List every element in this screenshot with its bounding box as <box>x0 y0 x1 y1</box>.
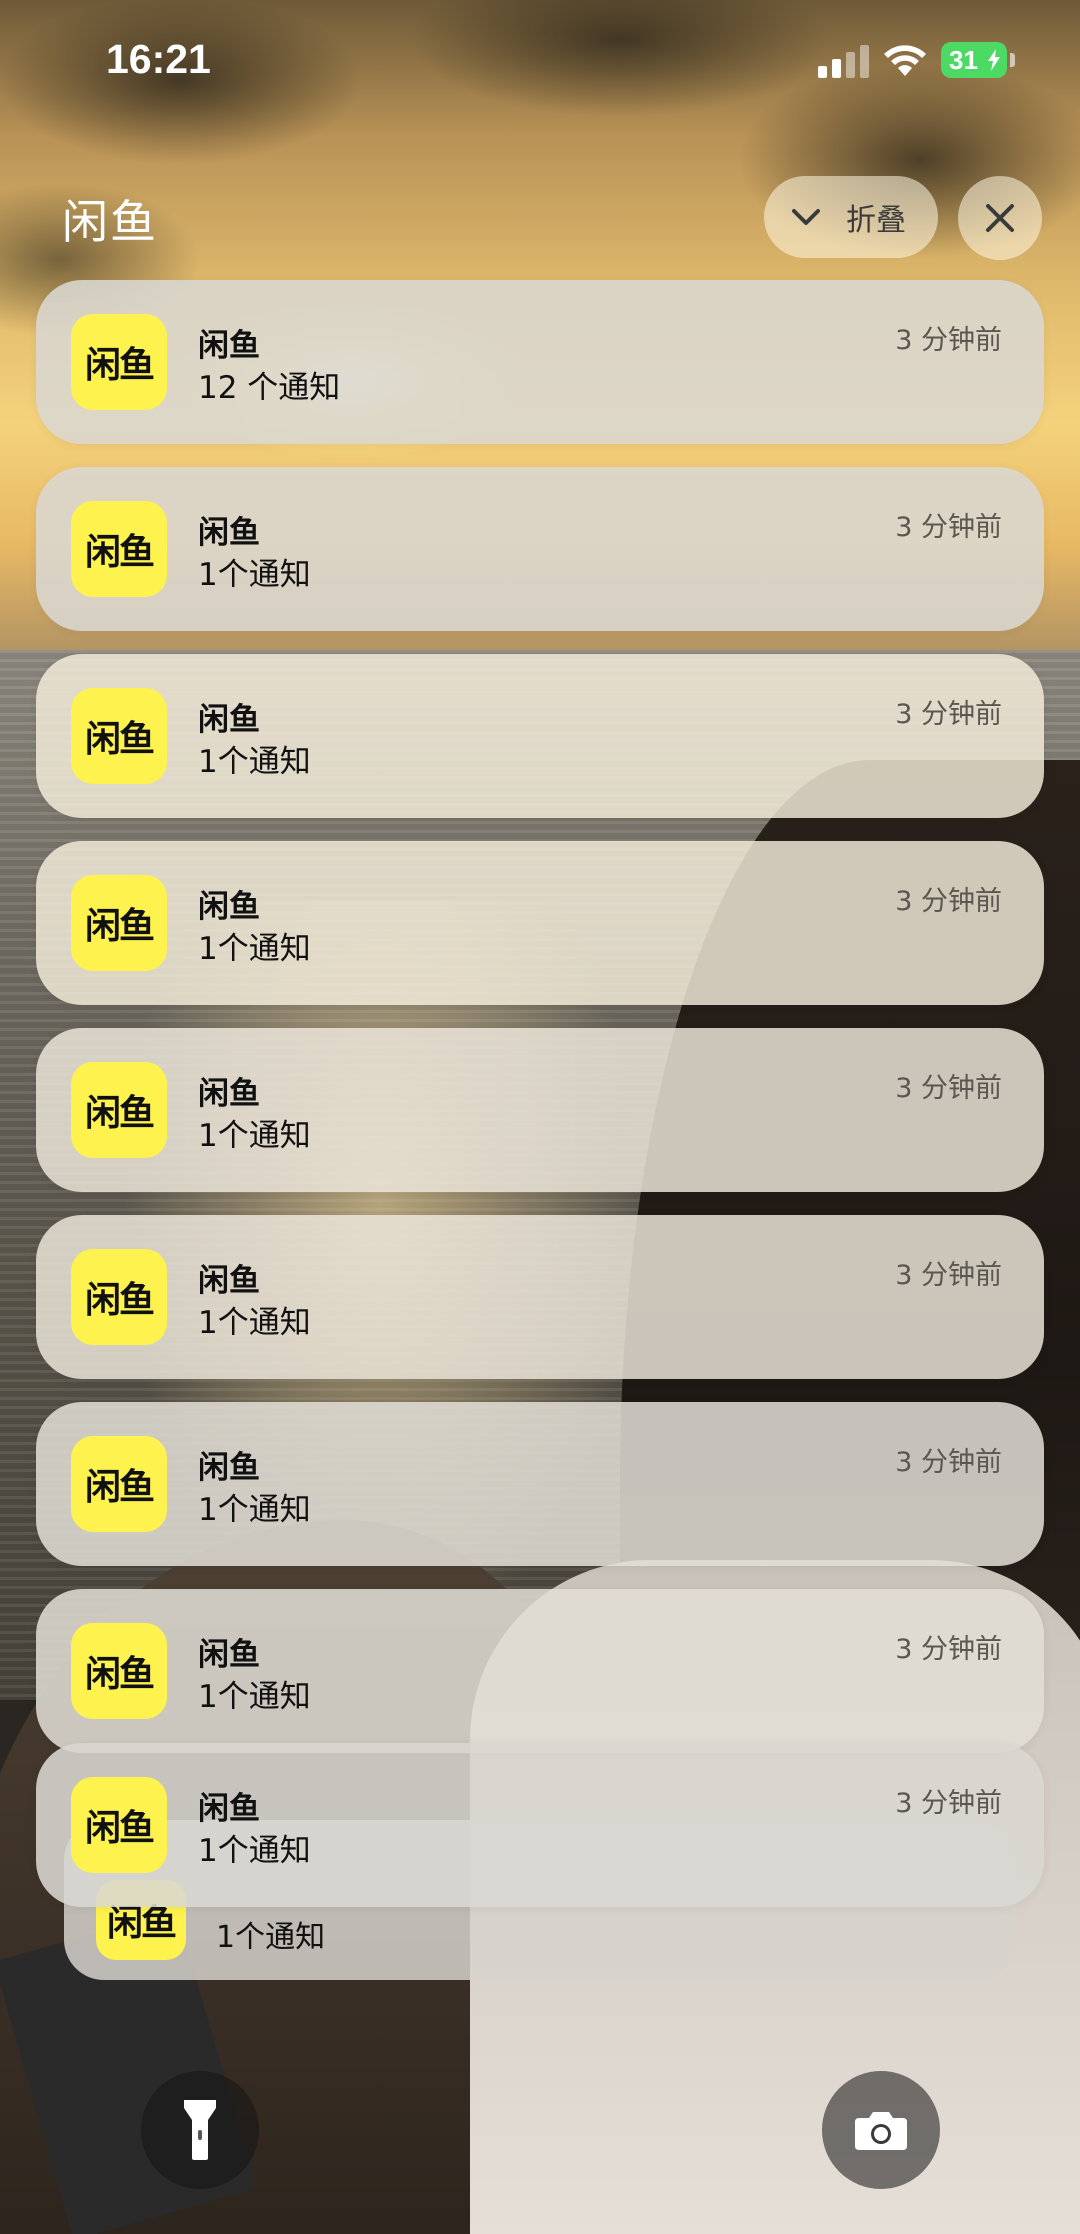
app-icon-logo: 闲鱼 <box>84 1654 155 1695</box>
status-time: 16:21 <box>106 36 211 82</box>
notification-title: 闲鱼 <box>198 328 260 364</box>
notification-card[interactable]: 闲鱼 闲鱼 1个通知 3 分钟前 <box>36 841 1044 1005</box>
notification-title: 闲鱼 <box>198 1263 260 1299</box>
flashlight-icon <box>184 2100 216 2160</box>
app-icon: 闲鱼 <box>71 688 167 784</box>
notification-body: 1个通知 <box>198 931 311 967</box>
notification-body: 1个通知 <box>198 1679 311 1715</box>
notification-card[interactable]: 闲鱼 闲鱼 1个通知 3 分钟前 <box>36 1402 1044 1566</box>
notification-title: 闲鱼 <box>198 889 260 925</box>
notification-body: 1个通知 <box>198 1305 311 1341</box>
app-icon-logo: 闲鱼 <box>84 1808 155 1849</box>
notification-time: 3 分钟前 <box>895 1788 1002 1819</box>
notification-time: 3 分钟前 <box>895 1447 1002 1478</box>
notification-card[interactable]: 闲鱼 闲鱼 1个通知 3 分钟前 <box>36 467 1044 631</box>
app-icon-logo: 闲鱼 <box>84 345 155 386</box>
app-icon-logo: 闲鱼 <box>84 719 155 760</box>
app-icon-logo: 闲鱼 <box>84 1467 155 1508</box>
notification-body: 1个通知 <box>198 1492 311 1528</box>
notification-time: 3 分钟前 <box>895 886 1002 917</box>
app-icon: 闲鱼 <box>71 314 167 410</box>
notification-title: 闲鱼 <box>198 1791 260 1827</box>
notification-body: 1个通知 <box>216 1920 326 1955</box>
notification-card[interactable]: 闲鱼 闲鱼 1个通知 3 分钟前 <box>36 1743 1044 1907</box>
notification-card[interactable]: 闲鱼 闲鱼 1个通知 3 分钟前 <box>36 1589 1044 1753</box>
app-icon: 闲鱼 <box>71 1436 167 1532</box>
app-icon-logo: 闲鱼 <box>84 1280 155 1321</box>
battery-tip <box>1010 53 1015 67</box>
app-icon-logo: 闲鱼 <box>84 906 155 947</box>
app-icon: 闲鱼 <box>71 875 167 971</box>
collapse-button[interactable]: 折叠 <box>764 176 938 258</box>
wifi-icon <box>884 45 926 76</box>
notification-card[interactable]: 闲鱼 闲鱼 1个通知 3 分钟前 <box>36 1028 1044 1192</box>
notification-title: 闲鱼 <box>198 1076 260 1112</box>
notification-card[interactable]: 闲鱼 闲鱼 12 个通知 3 分钟前 <box>36 280 1044 444</box>
app-icon: 闲鱼 <box>71 1777 167 1873</box>
notification-time: 3 分钟前 <box>895 325 1002 356</box>
notification-body: 1个通知 <box>198 1118 311 1154</box>
notification-group-title: 闲鱼 <box>62 195 158 249</box>
app-icon-logo: 闲鱼 <box>84 1093 155 1134</box>
app-icon: 闲鱼 <box>71 1623 167 1719</box>
charging-bolt-icon <box>988 49 1000 71</box>
app-icon: 闲鱼 <box>71 1062 167 1158</box>
notification-time: 3 分钟前 <box>895 699 1002 730</box>
notification-time: 3 分钟前 <box>895 1634 1002 1665</box>
camera-button[interactable] <box>822 2071 940 2189</box>
notification-title: 闲鱼 <box>198 515 260 551</box>
battery-level: 31 <box>949 45 978 75</box>
close-group-button[interactable] <box>958 176 1042 260</box>
notification-body: 1个通知 <box>198 557 311 593</box>
camera-icon <box>855 2112 907 2150</box>
status-bar: 16:21 31 <box>0 0 1080 120</box>
notification-body: 12 个通知 <box>198 370 341 406</box>
app-icon-logo: 闲鱼 <box>84 532 155 573</box>
flashlight-button[interactable] <box>141 2071 259 2189</box>
close-icon <box>986 204 1014 232</box>
notification-time: 3 分钟前 <box>895 1073 1002 1104</box>
notification-title: 闲鱼 <box>198 1450 260 1486</box>
notification-title: 闲鱼 <box>198 702 260 738</box>
app-icon: 闲鱼 <box>71 1249 167 1345</box>
chevron-down-icon <box>792 209 820 225</box>
collapse-label: 折叠 <box>846 203 906 238</box>
notification-title: 闲鱼 <box>198 1637 260 1673</box>
notification-card[interactable]: 闲鱼 闲鱼 1个通知 3 分钟前 <box>36 1215 1044 1379</box>
battery-indicator: 31 <box>941 42 1007 78</box>
notification-card[interactable]: 闲鱼 闲鱼 1个通知 3 分钟前 <box>36 654 1044 818</box>
cellular-signal-icon <box>818 44 870 78</box>
notification-time: 3 分钟前 <box>895 512 1002 543</box>
notification-body: 1个通知 <box>198 1833 311 1869</box>
app-icon: 闲鱼 <box>71 501 167 597</box>
notification-time: 3 分钟前 <box>895 1260 1002 1291</box>
notification-body: 1个通知 <box>198 744 311 780</box>
